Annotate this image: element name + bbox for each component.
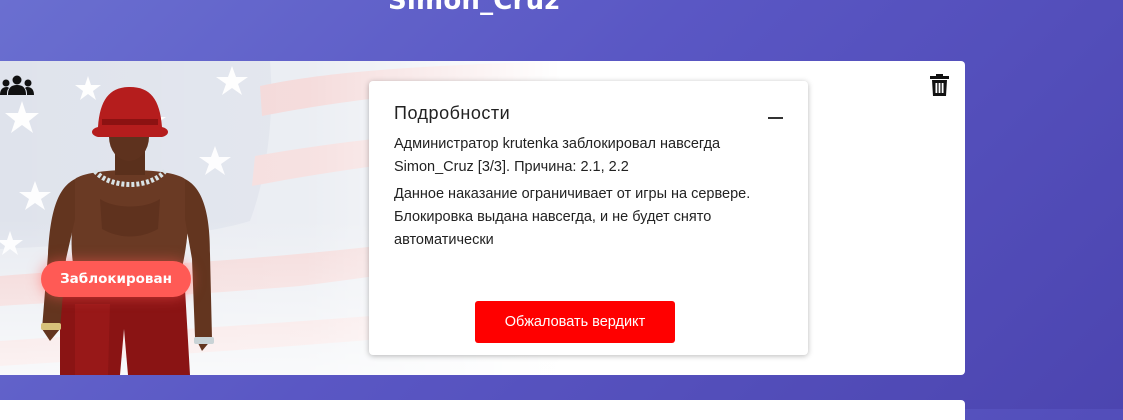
minus-icon [768,117,783,119]
punishment-description: Администратор krutenka заблокировал навс… [394,136,721,175]
punishment-card: Заблокирован Подробности Администратор k… [0,61,965,375]
collapse-button[interactable] [761,107,789,127]
punishment-note: Данное наказание ограничивает от игры на… [394,186,751,248]
details-panel: Подробности Администратор krutenka забло… [369,81,808,355]
appeal-button[interactable]: Обжаловать вердикт [475,301,675,343]
character-skin-image [41,87,214,375]
trash-icon[interactable] [930,74,949,96]
details-title: Подробности [394,103,511,123]
player-name: Simon_Cruz [388,0,560,16]
next-card-edge [0,400,965,420]
status-badge: Заблокирован [41,261,191,297]
